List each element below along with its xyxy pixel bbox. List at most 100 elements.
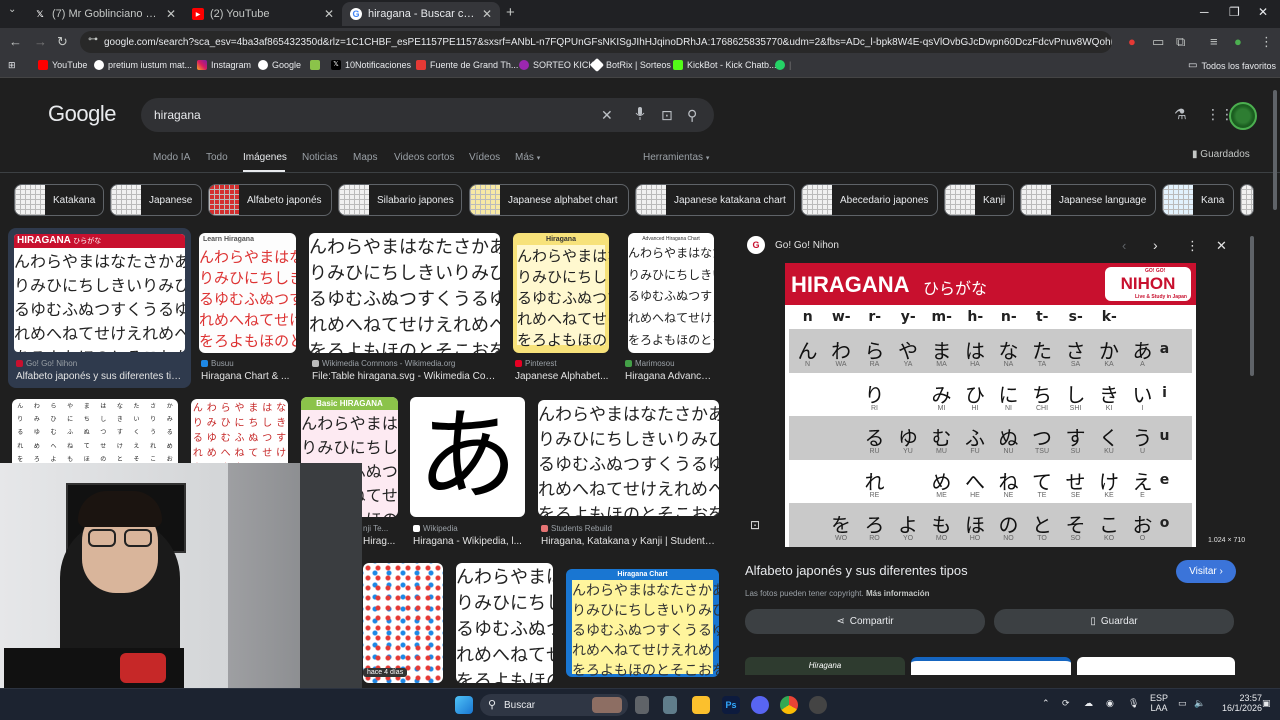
result-thumbnail-students-rebuild[interactable]: んわらやまはなたさかあんわらやりみひにちしきいりみひにちしきるゆむふぬつすくうる… (538, 400, 719, 516)
search-icon[interactable]: ⚲ (687, 107, 697, 124)
more-options-icon[interactable]: ⋮ (1186, 238, 1199, 254)
bookmark-kickbot[interactable]: KickBot - Kick Chatb... (673, 60, 777, 70)
tray-icon[interactable]: ◉ (1106, 698, 1114, 709)
account-avatar[interactable] (1229, 102, 1257, 130)
result-thumbnail-wikimedia[interactable]: んわらやまはなたさかあんわらやりみひにちしきいりみひにちしきるゆむふぬつすくうる… (309, 233, 500, 353)
task-view-icon[interactable] (635, 696, 649, 714)
chip-katakana[interactable]: Katakana (14, 184, 104, 216)
result-thumbnail-row3-2[interactable]: んわらやまはりみひにちしるゆむふぬつれめへねてせをろよもほの (456, 563, 553, 683)
bookmark-whatsapp[interactable]: | (775, 60, 791, 70)
file-explorer-icon[interactable] (692, 696, 710, 714)
result-caption[interactable]: File:Table hiragana.svg - Wikimedia Com.… (312, 371, 500, 382)
chip-japanese-language[interactable]: Japanese language (1020, 184, 1156, 216)
result-thumbnail-busuu[interactable]: Learn Hiragana んわらやまはなたりみひにちしきいるゆむふぬつすくれ… (199, 233, 296, 353)
chevron-right-icon[interactable]: › (1153, 237, 1158, 253)
related-thumbnail-3[interactable] (1077, 657, 1235, 675)
taskbar-search[interactable]: ⚲ Buscar (480, 694, 628, 716)
nav-maps[interactable]: Maps (353, 152, 377, 163)
profile-avatar-icon[interactable]: ● (1234, 34, 1242, 49)
minimize-button[interactable]: ─ (1200, 5, 1209, 19)
nav-imagenes[interactable]: Imágenes (243, 152, 287, 163)
result-thumbnail-row2-2[interactable]: んわらやまはなりみひにちしきるゆむふぬつすれめへねてせけをろよもほのと (191, 399, 288, 465)
result-thumbnail-hiragana-chart[interactable]: Hiragana Chart んわらやまはなたさかありみひにちしきいりみひるゆむ… (566, 569, 719, 677)
chrome-icon[interactable] (780, 696, 798, 714)
bookmark-10notificaciones[interactable]: 𝕏 10Notificaciones (331, 60, 411, 70)
address-bar[interactable]: ⊶ google.com/search?sca_esv=4ba3af865432… (80, 31, 1112, 53)
chip-alfabeto-japones[interactable]: Alfabeto japonés (208, 184, 332, 216)
chip-japanese-alphabet-chart[interactable]: Japanese alphabet chart (469, 184, 629, 216)
microphone-icon[interactable]: 🎙 (1128, 698, 1139, 709)
chip-next-partial[interactable] (1240, 184, 1254, 216)
result-thumbnail-row2-1[interactable]: ん わ ら や ま は な た さ かり み ひ に ち し き い り みる ゆ む ふ ぬ つ す く う るれ め へ ね て せ け え れ め… (12, 399, 178, 465)
related-thumbnail-1[interactable]: Hiragana (745, 657, 905, 675)
preview-title[interactable]: Alfabeto japonés y sus diferentes tipos (745, 563, 968, 578)
obs-icon[interactable] (809, 696, 827, 714)
result-caption[interactable]: Alfabeto japonés y sus diferentes tipos (16, 371, 186, 382)
clear-icon[interactable]: ✕ (601, 107, 613, 124)
photoshop-icon[interactable]: Ps (722, 696, 740, 714)
bookmark-sorteo-kick[interactable]: SORTEO KICK (519, 60, 594, 70)
result-caption[interactable]: Hiragana, Katakana y Kanji | Students ..… (541, 536, 719, 547)
tab-search-icon[interactable]: ⌄ (8, 4, 16, 15)
related-thumbnail-2[interactable] (911, 657, 1071, 675)
discord-icon[interactable] (751, 696, 769, 714)
labs-flask-icon[interactable]: ⚗ (1174, 106, 1187, 123)
chip-kana[interactable]: Kana (1162, 184, 1234, 216)
bookmark-grand-theft[interactable]: Fuente de Grand Th... (416, 60, 518, 70)
panel-scrollbar[interactable] (1250, 236, 1254, 376)
mic-icon[interactable] (635, 107, 645, 123)
result-thumbnail-wikipedia[interactable]: あ (410, 397, 525, 517)
wifi-icon[interactable]: ▭ (1178, 698, 1187, 709)
preview-site-name[interactable]: Go! Go! Nihon (775, 240, 839, 251)
nav-noticias[interactable]: Noticias (302, 152, 338, 163)
nav-videos[interactable]: Vídeos (469, 152, 500, 163)
new-tab-button[interactable]: + (506, 4, 515, 21)
preview-image[interactable]: HIRAGANA ひらがな GO! GO! NIHON Live & Study… (785, 263, 1196, 547)
nav-videos-cortos[interactable]: Videos cortos (394, 152, 454, 163)
lens-icon[interactable]: ⊡ (661, 107, 673, 124)
nav-todo[interactable]: Todo (206, 152, 228, 163)
media-icon[interactable]: ≡ (1210, 34, 1218, 49)
tray-icon[interactable]: ⟳ (1062, 698, 1070, 709)
chip-abecedario-japones[interactable]: Abecedario japones (801, 184, 938, 216)
volume-icon[interactable]: 🔈 (1194, 698, 1205, 709)
windows-start-icon[interactable] (455, 696, 473, 714)
language-indicator[interactable]: ESP LAA (1150, 693, 1168, 713)
bookmark-youtube[interactable]: YouTube (38, 60, 87, 70)
chevron-left-icon[interactable]: ‹ (1122, 238, 1126, 253)
save-button[interactable]: ▯ Guardar (994, 609, 1234, 634)
result-caption[interactable]: Japanese Alphabet... (515, 371, 609, 382)
search-input[interactable]: hiragana (154, 108, 201, 122)
result-caption[interactable]: Hiragana Chart & ... (201, 371, 297, 382)
reload-icon[interactable]: ↻ (57, 34, 68, 50)
site-info-icon[interactable]: ⊶ (88, 34, 98, 45)
tab-twitter[interactable]: 𝕏 (7) Mr Goblinciano (@MGoblin ✕ (26, 2, 184, 26)
apps-icon[interactable]: ⊞ (8, 60, 16, 71)
app-icon[interactable] (663, 696, 677, 714)
nav-mas[interactable]: Más ▾ (515, 152, 540, 163)
result-thumbnail-row3-1[interactable]: hace 4 días (363, 563, 443, 683)
result-thumbnail-gogo-nihon[interactable]: HIRAGANA ひらがな んわらやまはなたさかあんわりみひにちしきいりみひにち… (14, 234, 185, 352)
share-button[interactable]: ⋖ Compartir (745, 609, 985, 634)
chip-kanji[interactable]: Kanji (944, 184, 1014, 216)
result-caption[interactable]: Hiragana - Wikipedia, l... (413, 536, 525, 547)
bookmark-instagram[interactable]: Instagram (197, 60, 251, 70)
tab-youtube[interactable]: ▶ (2) YouTube ✕ (184, 2, 342, 26)
search-box[interactable]: hiragana ✕ ⊡ ⚲ (141, 98, 714, 132)
close-preview-icon[interactable]: ✕ (1216, 238, 1227, 254)
close-window-button[interactable]: ✕ (1258, 5, 1268, 19)
menu-icon[interactable]: ⋮ (1260, 34, 1273, 50)
extensions-puzzle-icon[interactable]: ⧉ (1176, 34, 1185, 50)
lens-search-icon[interactable]: ⊡ (750, 518, 760, 532)
chevron-up-icon[interactable]: ⌃ (1042, 698, 1050, 709)
chip-silabario-japones[interactable]: Silabario japones (338, 184, 462, 216)
more-info-link[interactable]: Más información (866, 589, 930, 598)
chip-japanese[interactable]: Japanese (110, 184, 202, 216)
tab-google[interactable]: G hiragana - Buscar con Google ✕ (342, 2, 500, 26)
forward-icon[interactable]: → (34, 34, 47, 49)
extension-icon[interactable]: ● (1128, 34, 1136, 49)
result-caption[interactable]: Hirag... (363, 536, 399, 547)
chip-japanese-katakana-chart[interactable]: Japanese katakana chart (635, 184, 795, 216)
result-caption[interactable]: Hiragana Advance... (625, 371, 715, 382)
clock[interactable]: 23:57 16/1/2026 (1222, 693, 1262, 713)
